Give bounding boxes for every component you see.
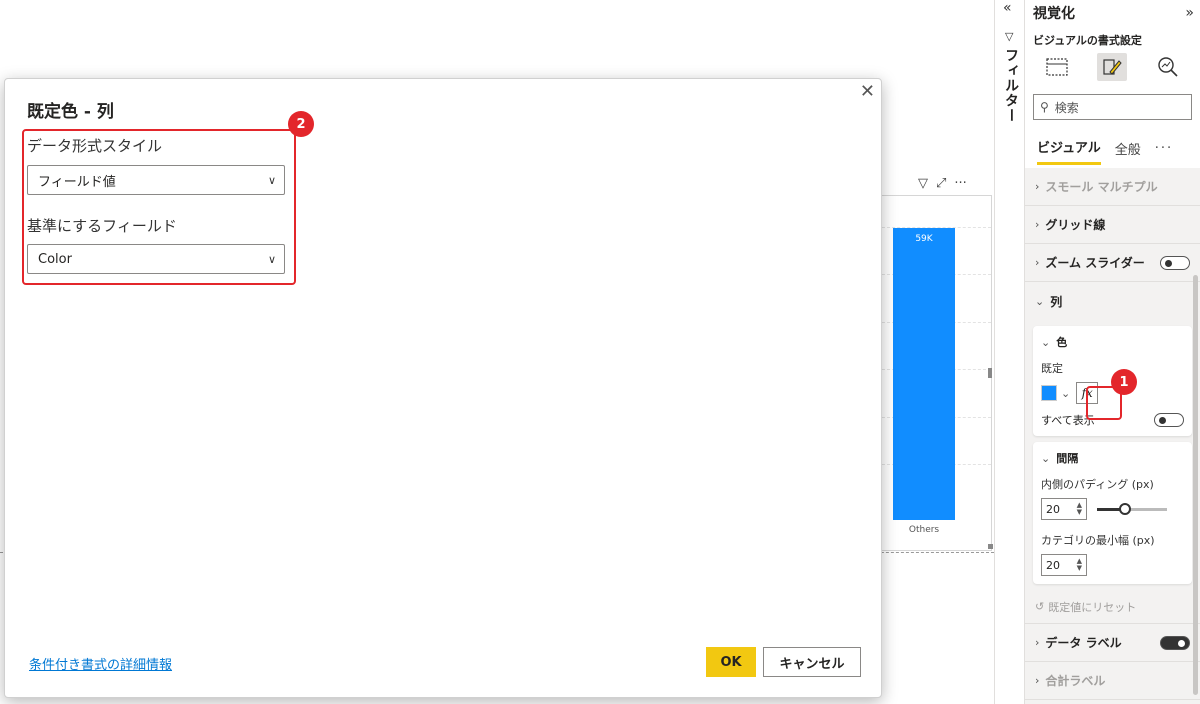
tab-general[interactable]: 全般	[1115, 139, 1141, 164]
chevron-down-icon: ⌄	[1041, 335, 1051, 349]
chevron-down-icon: ⌄	[1061, 386, 1071, 400]
format-visual-icon[interactable]	[1097, 53, 1128, 81]
section-label: データ ラベル	[1045, 636, 1122, 650]
visual-header-toolbar: ▽ ⤢ ···	[918, 176, 967, 191]
stepper-value: 20	[1046, 502, 1060, 516]
reset-to-default-button[interactable]: ↺ 既定値にリセット	[1025, 590, 1200, 624]
show-all-toggle[interactable]	[1154, 413, 1184, 427]
card-title: 間隔	[1056, 452, 1079, 465]
annotation-badge-2: 2	[288, 111, 314, 137]
annotation-highlight-2	[22, 129, 296, 285]
x-axis-category-label: Others	[908, 525, 940, 535]
tab-more-options[interactable]: ···	[1155, 141, 1173, 162]
section-total-labels[interactable]: › 合計ラベル	[1025, 662, 1200, 700]
close-icon[interactable]: ✕	[860, 81, 875, 102]
pane-scrollbar[interactable]	[1193, 275, 1198, 695]
color-swatch	[1041, 385, 1057, 401]
inner-padding-slider[interactable]	[1097, 502, 1167, 515]
spacing-card: ⌄ 間隔 内側のパディング (px) 20 ▲ ▼ カテゴリの最小幅 (px) 2…	[1033, 442, 1192, 584]
column-chart-visual[interactable]: 59K Others	[882, 195, 993, 551]
data-labels-toggle[interactable]	[1160, 635, 1190, 650]
resize-handle[interactable]	[988, 544, 993, 549]
section-columns[interactable]: ⌄ 列	[1025, 282, 1200, 320]
color-card-header[interactable]: ⌄ 色	[1041, 334, 1184, 350]
focus-mode-icon[interactable]: ⤢	[936, 176, 946, 191]
chevron-down-icon[interactable]: ▼	[1077, 509, 1082, 516]
section-data-labels[interactable]: › データ ラベル	[1025, 624, 1200, 662]
visualizations-pane: 視覚化 » ビジュアルの書式設定 ⚲ 検索 ビジュアル 全般 ··· › スモール…	[1024, 0, 1200, 704]
chevron-right-icon: ›	[1035, 256, 1040, 269]
default-color-dialog: 既定色 - 列 ✕ データ形式スタイル フィールド値 ∨ 基準にするフィールド …	[4, 78, 882, 698]
reset-label: 既定値にリセット	[1048, 600, 1137, 614]
stepper-value: 20	[1046, 558, 1060, 572]
chevron-right-icon: ›	[1035, 218, 1040, 231]
zoom-slider-toggle[interactable]	[1160, 255, 1190, 270]
tab-visual[interactable]: ビジュアル	[1037, 137, 1101, 165]
resize-handle[interactable]	[988, 368, 992, 378]
section-small-multiples[interactable]: › スモール マルチプル	[1025, 168, 1200, 206]
section-label: ズーム スライダー	[1045, 256, 1145, 270]
search-icon: ⚲	[1040, 100, 1049, 114]
section-label: グリッド線	[1045, 218, 1106, 232]
chevron-down-icon: ⌄	[1041, 451, 1051, 465]
filter-funnel-icon: ▽	[1005, 30, 1014, 43]
format-visual-subtitle: ビジュアルの書式設定	[1025, 26, 1200, 47]
bar-data-label: 59K	[915, 234, 933, 244]
chevron-down-icon[interactable]: ▼	[1077, 565, 1082, 572]
filters-pane-label[interactable]: フィルター	[1001, 48, 1021, 123]
section-zoom-slider[interactable]: › ズーム スライダー	[1025, 244, 1200, 282]
chevron-right-icon: ›	[1035, 180, 1040, 193]
dialog-title: 既定色 - 列	[27, 102, 114, 122]
pane-header: 視覚化 »	[1025, 0, 1200, 26]
section-gridlines[interactable]: › グリッド線	[1025, 206, 1200, 244]
inner-padding-stepper[interactable]: 20 ▲ ▼	[1041, 498, 1087, 520]
double-chevron-right-icon[interactable]: »	[1185, 5, 1194, 21]
category-min-width-label: カテゴリの最小幅 (px)	[1041, 534, 1155, 547]
cancel-button[interactable]: キャンセル	[763, 647, 861, 677]
search-input[interactable]: ⚲ 検索	[1033, 94, 1192, 120]
filters-pane-collapsed[interactable]: « ▽ フィルター	[994, 0, 1024, 704]
color-picker-button[interactable]: ⌄	[1041, 382, 1070, 404]
card-title: 色	[1056, 336, 1068, 349]
slider-knob[interactable]	[1119, 502, 1131, 515]
category-min-width-stepper[interactable]: 20 ▲ ▼	[1041, 554, 1087, 576]
format-tabs: ビジュアル 全般 ···	[1025, 128, 1200, 168]
section-label: 合計ラベル	[1045, 674, 1106, 688]
pane-title: 視覚化	[1033, 6, 1075, 22]
learn-more-link[interactable]: 条件付き書式の詳細情報	[29, 654, 172, 673]
column-bar[interactable]	[893, 228, 955, 520]
format-icon-row	[1025, 46, 1200, 88]
build-visual-icon[interactable]	[1042, 53, 1072, 81]
ok-button[interactable]: OK	[706, 647, 756, 677]
annotation-badge-1: 1	[1111, 369, 1137, 395]
inner-padding-label: 内側のパディング (px)	[1041, 478, 1154, 491]
double-chevron-left-icon[interactable]: «	[1003, 0, 1012, 16]
search-placeholder: 検索	[1054, 100, 1079, 115]
chevron-right-icon: ›	[1035, 636, 1040, 649]
filter-icon[interactable]: ▽	[918, 176, 928, 191]
spacing-card-header[interactable]: ⌄ 間隔	[1041, 450, 1184, 466]
search-row: ⚲ 検索	[1025, 88, 1200, 128]
section-label: 列	[1050, 294, 1063, 309]
chevron-right-icon: ›	[1035, 674, 1040, 687]
chevron-down-icon: ⌄	[1035, 294, 1045, 308]
analytics-icon[interactable]	[1153, 53, 1183, 81]
reset-icon: ↺	[1035, 600, 1045, 613]
section-label: スモール マルチプル	[1045, 180, 1158, 194]
more-options-icon[interactable]: ···	[954, 176, 966, 191]
inner-padding-row: 20 ▲ ▼	[1041, 498, 1184, 520]
